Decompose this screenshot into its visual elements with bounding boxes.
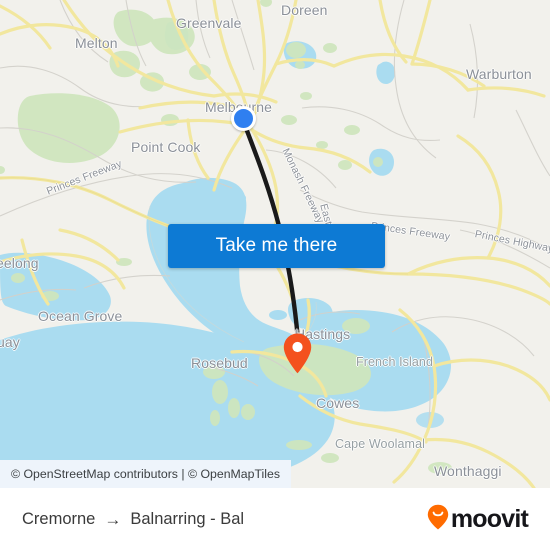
map-attribution[interactable]: © OpenStreetMap contributors | © OpenMap… <box>0 460 291 488</box>
attribution-text: © OpenStreetMap contributors | © OpenMap… <box>11 467 280 481</box>
footer-bar: Cremorne → Balnarring - Bal moovit <box>0 488 550 550</box>
take-me-there-button[interactable]: Take me there <box>168 224 385 268</box>
destination-marker-icon[interactable] <box>283 333 312 374</box>
arrow-right-icon: → <box>104 509 122 529</box>
origin-marker-icon[interactable] <box>231 106 256 131</box>
trip-summary: Cremorne → Balnarring - Bal <box>22 510 244 529</box>
moovit-wordmark: moovit <box>450 504 529 533</box>
map-result-page: DoreenGreenvaleMeltonWarburtonMelbourneP… <box>0 0 550 550</box>
trip-destination-label: Balnarring - Bal <box>130 509 245 528</box>
map-canvas[interactable]: DoreenGreenvaleMeltonWarburtonMelbourneP… <box>0 0 550 488</box>
trip-origin-label: Cremorne <box>22 509 96 528</box>
moovit-pin-icon <box>427 504 449 535</box>
take-me-there-label: Take me there <box>215 235 338 256</box>
moovit-logo[interactable]: moovit <box>427 504 529 535</box>
